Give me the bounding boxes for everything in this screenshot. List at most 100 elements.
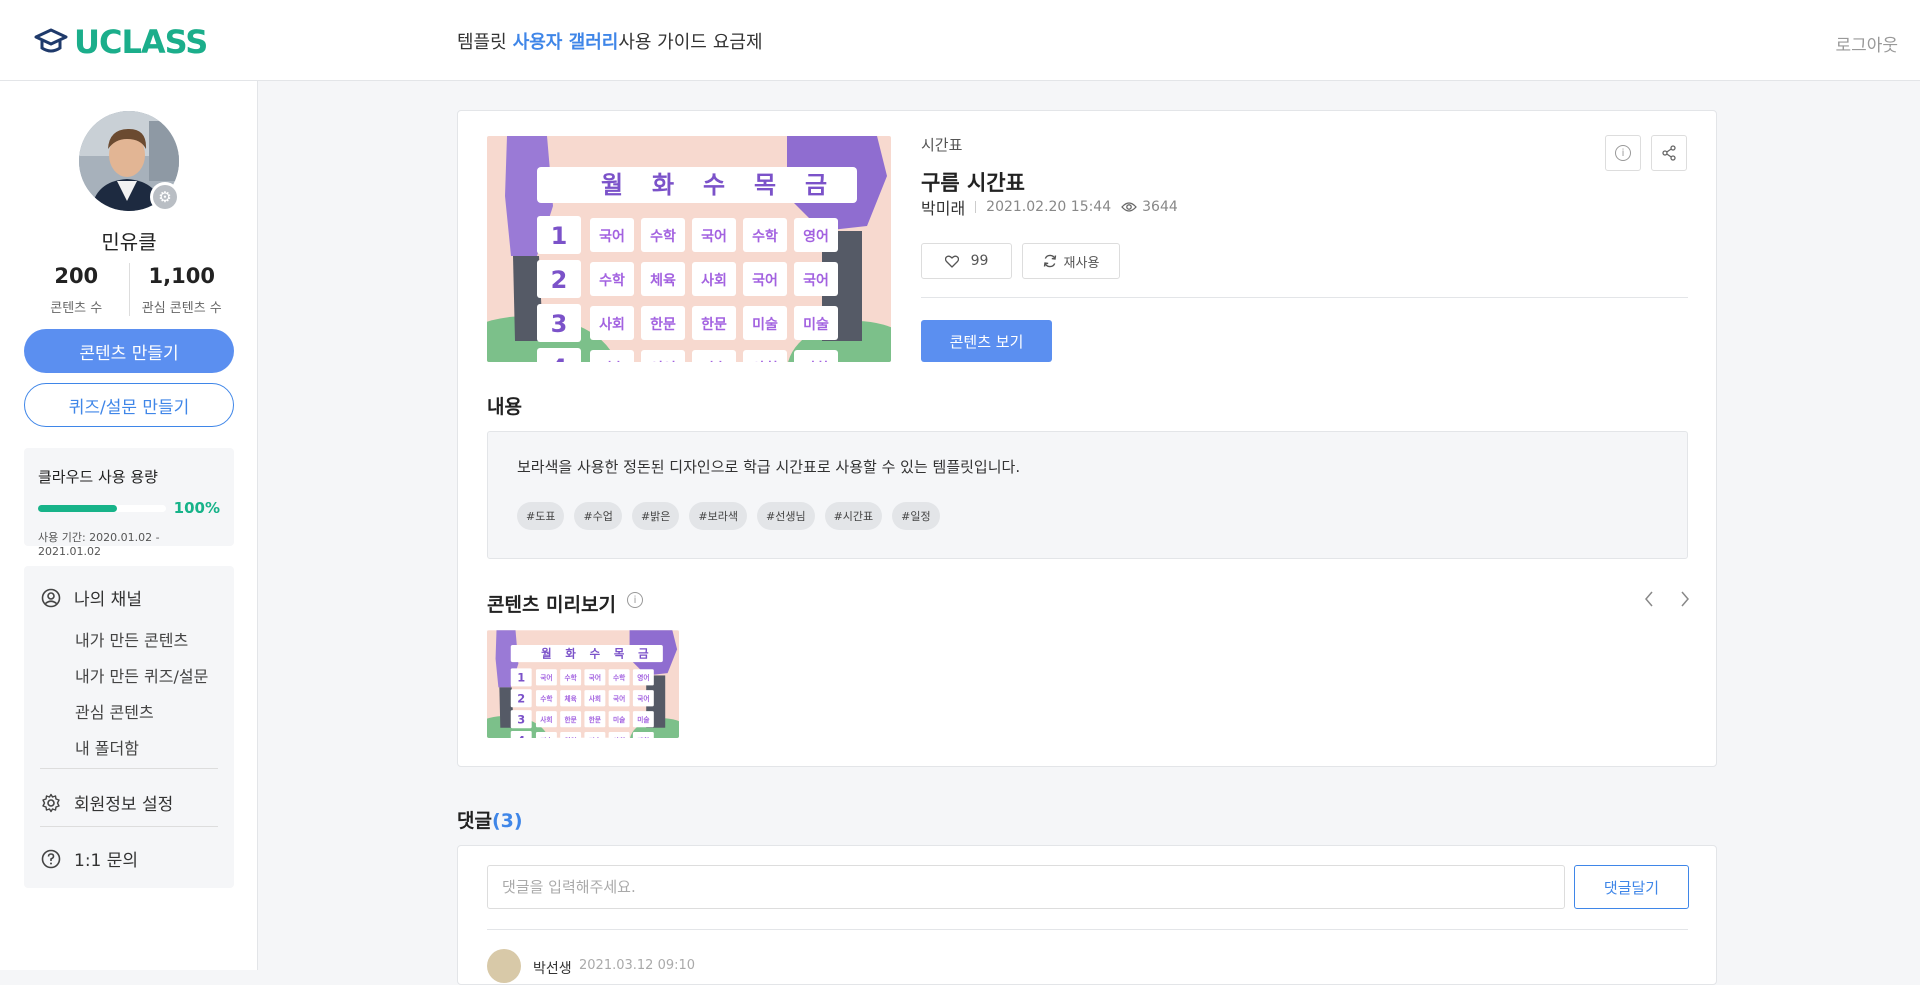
stat-favorites: 1,100 관심 콘텐츠 수 <box>128 263 235 316</box>
sidebar-item-my-contents[interactable]: 내가 만든 콘텐츠 <box>75 627 188 651</box>
sidebar-item-inquiry[interactable]: 1:1 문의 <box>40 846 138 871</box>
reuse-button[interactable]: 재사용 <box>1022 243 1120 279</box>
timetable-day: 금 <box>805 171 827 199</box>
content-views: 3644 <box>1121 199 1178 215</box>
sidebar-item-account-settings[interactable]: 회원정보 설정 <box>40 790 173 815</box>
like-button[interactable]: 99 <box>921 243 1012 279</box>
timetable-subject: 한문 <box>589 715 601 724</box>
timetable-period: 3 <box>517 712 525 726</box>
stat-contents-label: 콘텐츠 수 <box>50 301 103 316</box>
cloud-usage-title: 클라우드 사용 용량 <box>38 468 158 486</box>
timetable-day: 화 <box>652 171 674 199</box>
nav-templates[interactable]: 템플릿 <box>457 30 507 56</box>
tag[interactable]: #일정 <box>892 502 940 530</box>
user-circle-icon <box>40 587 62 609</box>
preview-thumbnail[interactable]: 월화수목금1국어수학국어수학영어2수학체육사회국어국어3사회한문한문미술미술4미… <box>487 630 679 738</box>
chevron-left-icon <box>1645 591 1653 607</box>
create-content-button[interactable]: 콘텐츠 만들기 <box>24 329 234 373</box>
timetable-subject: 사회 <box>599 317 625 333</box>
create-quiz-button[interactable]: 퀴즈/설문 만들기 <box>24 383 234 427</box>
timetable-subject: 미술 <box>637 715 649 724</box>
sidebar-item-my-channel[interactable]: 나의 채널 <box>40 585 142 610</box>
timetable-subject: 사회 <box>752 361 778 362</box>
timetable-subject: 수학 <box>540 694 552 703</box>
share-button[interactable] <box>1651 135 1687 171</box>
tag[interactable]: #도표 <box>517 502 565 530</box>
preview-next-button[interactable] <box>1675 589 1695 609</box>
tag[interactable]: #시간표 <box>824 502 883 530</box>
comment-submit-button[interactable]: 댓글달기 <box>1574 865 1689 909</box>
sidebar-item-my-quizzes[interactable]: 내가 만든 퀴즈/설문 <box>75 663 208 687</box>
content-thumbnail[interactable]: 월화수목금1국어수학국어수학영어2수학체육사회국어국어3사회한문한문미술미술4미… <box>487 136 891 362</box>
help-circle-icon <box>40 848 62 870</box>
user-stats: 200 콘텐츠 수 1,100 관심 콘텐츠 수 <box>24 263 234 316</box>
timetable-subject: 영어 <box>803 228 829 245</box>
timetable-subject: 영어 <box>637 673 649 682</box>
sidebar-item-favorites[interactable]: 관심 콘텐츠 <box>75 699 154 723</box>
nav-guide[interactable]: 사용 가이드 <box>618 30 707 56</box>
divider <box>487 929 1688 930</box>
comment-author: 박선생 <box>533 961 572 977</box>
sidebar-item-my-channel-label: 나의 채널 <box>74 590 142 610</box>
timetable-subject: 한문 <box>565 715 577 724</box>
meta-separator <box>975 201 977 213</box>
content-category: 시간표 <box>921 136 963 154</box>
timetable-preview-image: 월화수목금1국어수학국어수학영어2수학체육사회국어국어3사회한문한문미술미술4미… <box>487 630 679 738</box>
sidebar-item-my-folders[interactable]: 내 폴더함 <box>75 735 139 759</box>
timetable-subject: 한문 <box>650 317 676 333</box>
tag-list: #도표 #수업 #밝은 #보라색 #선생님 #시간표 #일정 <box>517 502 940 530</box>
comments-heading: 댓글(3) <box>457 806 523 833</box>
logout-link[interactable]: 로그아웃 <box>1835 31 1898 56</box>
eye-icon <box>1121 202 1138 212</box>
preview-prev-button[interactable] <box>1639 589 1659 609</box>
tag[interactable]: #선생님 <box>756 502 815 530</box>
sidebar-menu: 나의 채널 내가 만든 콘텐츠 내가 만든 퀴즈/설문 관심 콘텐츠 내 폴더함… <box>24 566 234 888</box>
view-content-button[interactable]: 콘텐츠 보기 <box>921 320 1052 362</box>
reuse-label: 재사용 <box>1063 255 1100 271</box>
sidebar-item-inquiry-label: 1:1 문의 <box>74 851 139 871</box>
timetable-subject: 수학 <box>650 229 676 245</box>
timetable-day: 목 <box>754 171 776 199</box>
content-detail-card: 월화수목금1국어수학국어수학영어2수학체육사회국어국어3사회한문한문미술미술4미… <box>457 110 1717 767</box>
timetable-subject: 국어 <box>540 673 552 682</box>
timetable-subject: 미술 <box>613 715 625 724</box>
comment-avatar <box>487 949 521 983</box>
timetable-subject: 체육 <box>565 694 577 703</box>
logo[interactable]: UCLASS <box>34 23 208 61</box>
timetable-subject: 미술 <box>752 317 778 333</box>
tag[interactable]: #보라색 <box>689 502 747 530</box>
timetable-subject: 국어 <box>589 673 601 682</box>
timetable-subject: 체육 <box>650 273 676 289</box>
username: 민유클 <box>101 230 157 254</box>
tag[interactable]: #수업 <box>574 502 622 530</box>
timetable-day: 월 <box>541 646 551 660</box>
preview-info-icon[interactable]: i <box>627 592 643 608</box>
timetable-subject: 수학 <box>599 273 625 289</box>
comment-input[interactable] <box>487 865 1565 909</box>
tag[interactable]: #밝은 <box>631 502 680 530</box>
description-box: 보라색을 사용한 정돈된 디자인으로 학급 시간표로 사용할 수 있는 템플릿입… <box>487 431 1688 559</box>
graduation-cap-icon <box>34 28 68 53</box>
nav-user-gallery[interactable]: 사용자 갤러리 <box>513 30 619 56</box>
content-author[interactable]: 박미래 <box>921 195 965 219</box>
avatar-settings-button[interactable]: ⚙ <box>150 182 180 212</box>
info-button[interactable]: i <box>1605 135 1641 171</box>
stat-contents-value: 200 <box>54 264 99 288</box>
timetable-subject: 국어 <box>599 228 625 245</box>
cloud-usage-fill <box>38 504 118 512</box>
timetable-image: 월화수목금1국어수학국어수학영어2수학체육사회국어국어3사회한문한문미술미술4미… <box>487 136 891 362</box>
timetable-subject: 국어 <box>701 228 727 245</box>
timetable-period: 4 <box>517 733 525 738</box>
comments-count: (3) <box>491 810 523 832</box>
content-title: 구름 시간표 <box>921 171 1025 195</box>
nav-pricing[interactable]: 요금제 <box>713 30 763 56</box>
timetable-subject: 수학 <box>565 673 577 682</box>
comments-card: 댓글달기 박선생 2021.03.12 09:10 <box>457 845 1717 985</box>
info-icon: i <box>1615 145 1631 161</box>
comment-time: 2021.03.12 09:10 <box>579 958 696 973</box>
timetable-subject: 미술 <box>599 361 625 362</box>
logo-text: UCLASS <box>74 23 208 61</box>
timetable-day: 월 <box>601 171 623 199</box>
timetable-subject: 국어 <box>637 694 649 703</box>
sidebar: ⚙ 민유클 200 콘텐츠 수 1,100 관심 콘텐츠 수 콘텐츠 만들기 퀴… <box>0 81 258 970</box>
